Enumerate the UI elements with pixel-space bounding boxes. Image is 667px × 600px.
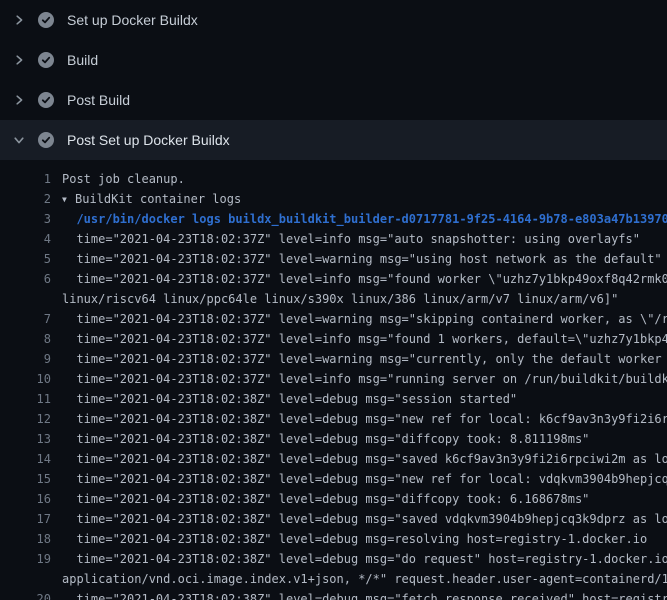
log-line-number[interactable]: 20 (0, 589, 51, 600)
log-line: 4 time="2021-04-23T18:02:37Z" level=info… (0, 229, 667, 249)
log-line-number[interactable]: 15 (0, 469, 51, 489)
log-line-text: linux/riscv64 linux/ppc64le linux/s390x … (62, 289, 618, 309)
step-title: Post Set up Docker Buildx (67, 132, 230, 148)
log-line: 15 time="2021-04-23T18:02:38Z" level=deb… (0, 469, 667, 489)
log-line: 1 Post job cleanup. (0, 169, 667, 189)
check-circle-icon (38, 132, 54, 148)
log-line-number[interactable]: 11 (0, 389, 51, 409)
log-line-number[interactable]: 10 (0, 369, 51, 389)
log-line-number[interactable]: 2 (0, 189, 51, 209)
log-line-text: application/vnd.oci.image.index.v1+json,… (62, 569, 667, 589)
step-row-post-build[interactable]: Post Build (0, 80, 667, 120)
log-line-text: time="2021-04-23T18:02:37Z" level=info m… (62, 369, 667, 389)
log-line: 6 time="2021-04-23T18:02:37Z" level=info… (0, 269, 667, 289)
log-line-number[interactable]: 16 (0, 489, 51, 509)
log-line: 17 time="2021-04-23T18:02:38Z" level=deb… (0, 509, 667, 529)
log-line-number[interactable]: 7 (0, 309, 51, 329)
log-line-text: time="2021-04-23T18:02:38Z" level=debug … (62, 409, 667, 429)
log-line-number[interactable]: 12 (0, 409, 51, 429)
log-line: 10 time="2021-04-23T18:02:37Z" level=inf… (0, 369, 667, 389)
log-line-number[interactable]: 4 (0, 229, 51, 249)
log-line-number[interactable]: 9 (0, 349, 51, 369)
log-container: 1 Post job cleanup. 2 ▼BuildKit container l… (0, 160, 667, 600)
log-line-text: time="2021-04-23T18:02:37Z" level=info m… (62, 269, 667, 289)
log-line: 5 time="2021-04-23T18:02:37Z" level=warn… (0, 249, 667, 269)
step-row-build[interactable]: Build (0, 40, 667, 80)
log-line-number[interactable]: 5 (0, 249, 51, 269)
log-line-text: time="2021-04-23T18:02:38Z" level=debug … (62, 529, 647, 549)
log-line-text: time="2021-04-23T18:02:38Z" level=debug … (62, 589, 667, 600)
log-line-text: time="2021-04-23T18:02:38Z" level=debug … (62, 449, 667, 469)
actions-log-panel: Set up Docker Buildx Build Post Build Post … (0, 0, 667, 600)
step-row-set-up-docker-buildx[interactable]: Set up Docker Buildx (0, 0, 667, 40)
log-line-text: time="2021-04-23T18:02:38Z" level=debug … (62, 429, 589, 449)
log-line-number[interactable]: 3 (0, 209, 51, 229)
log-line: 14 time="2021-04-23T18:02:38Z" level=deb… (0, 449, 667, 469)
chevron-right-icon[interactable] (13, 94, 25, 106)
step-title: Post Build (67, 92, 130, 108)
log-line-text: time="2021-04-23T18:02:37Z" level=info m… (62, 329, 667, 349)
log-line: 11 time="2021-04-23T18:02:38Z" level=deb… (0, 389, 667, 409)
check-circle-icon (38, 92, 54, 108)
log-line-text: time="2021-04-23T18:02:37Z" level=warnin… (62, 349, 667, 369)
log-line-number[interactable]: 18 (0, 529, 51, 549)
log-line-continuation: application/vnd.oci.image.index.v1+json,… (0, 569, 667, 589)
log-line-number[interactable]: 13 (0, 429, 51, 449)
log-line-number[interactable]: 1 (0, 169, 51, 189)
log-line-text: Post job cleanup. (62, 169, 185, 189)
log-line-text: time="2021-04-23T18:02:38Z" level=debug … (62, 509, 667, 529)
log-line-number[interactable]: 6 (0, 269, 51, 289)
log-line: 13 time="2021-04-23T18:02:38Z" level=deb… (0, 429, 667, 449)
log-line-number[interactable]: 19 (0, 549, 51, 569)
steps-list: Set up Docker Buildx Build Post Build Post … (0, 0, 667, 160)
log-line-number[interactable]: 17 (0, 509, 51, 529)
log-line-text: time="2021-04-23T18:02:37Z" level=warnin… (62, 309, 667, 329)
log-command-text: /usr/bin/docker logs buildx_buildkit_bui… (62, 209, 667, 229)
log-line-text: time="2021-04-23T18:02:38Z" level=debug … (62, 389, 517, 409)
log-line: 7 time="2021-04-23T18:02:37Z" level=warn… (0, 309, 667, 329)
log-line: 18 time="2021-04-23T18:02:38Z" level=deb… (0, 529, 667, 549)
step-title: Set up Docker Buildx (67, 12, 198, 28)
chevron-right-icon[interactable] (13, 14, 25, 26)
log-line-continuation: linux/riscv64 linux/ppc64le linux/s390x … (0, 289, 667, 309)
chevron-down-icon[interactable] (13, 134, 25, 146)
check-circle-icon (38, 12, 54, 28)
log-line: 2 ▼BuildKit container logs (0, 189, 667, 209)
log-line-number (0, 569, 51, 589)
log-line-number[interactable]: 8 (0, 329, 51, 349)
log-line: 8 time="2021-04-23T18:02:37Z" level=info… (0, 329, 667, 349)
log-line-text: time="2021-04-23T18:02:38Z" level=debug … (62, 489, 589, 509)
log-line: 3 /usr/bin/docker logs buildx_buildkit_b… (0, 209, 667, 229)
log-line-text: time="2021-04-23T18:02:38Z" level=debug … (62, 549, 667, 569)
log-line-text: ▼BuildKit container logs (62, 189, 241, 209)
log-line-number (0, 289, 51, 309)
triangle-down-icon[interactable]: ▼ (62, 190, 75, 210)
log-line-text: time="2021-04-23T18:02:37Z" level=warnin… (62, 249, 662, 269)
log-line: 19 time="2021-04-23T18:02:38Z" level=deb… (0, 549, 667, 569)
log-line: 20 time="2021-04-23T18:02:38Z" level=deb… (0, 589, 667, 600)
step-row-post-set-up-docker-buildx[interactable]: Post Set up Docker Buildx (0, 120, 667, 160)
chevron-right-icon[interactable] (13, 54, 25, 66)
check-circle-icon (38, 52, 54, 68)
log-line: 9 time="2021-04-23T18:02:37Z" level=warn… (0, 349, 667, 369)
log-line-text: time="2021-04-23T18:02:37Z" level=info m… (62, 229, 640, 249)
log-line: 12 time="2021-04-23T18:02:38Z" level=deb… (0, 409, 667, 429)
step-title: Build (67, 52, 98, 68)
log-line: 16 time="2021-04-23T18:02:38Z" level=deb… (0, 489, 667, 509)
log-line-number[interactable]: 14 (0, 449, 51, 469)
log-line-text: time="2021-04-23T18:02:38Z" level=debug … (62, 469, 667, 489)
